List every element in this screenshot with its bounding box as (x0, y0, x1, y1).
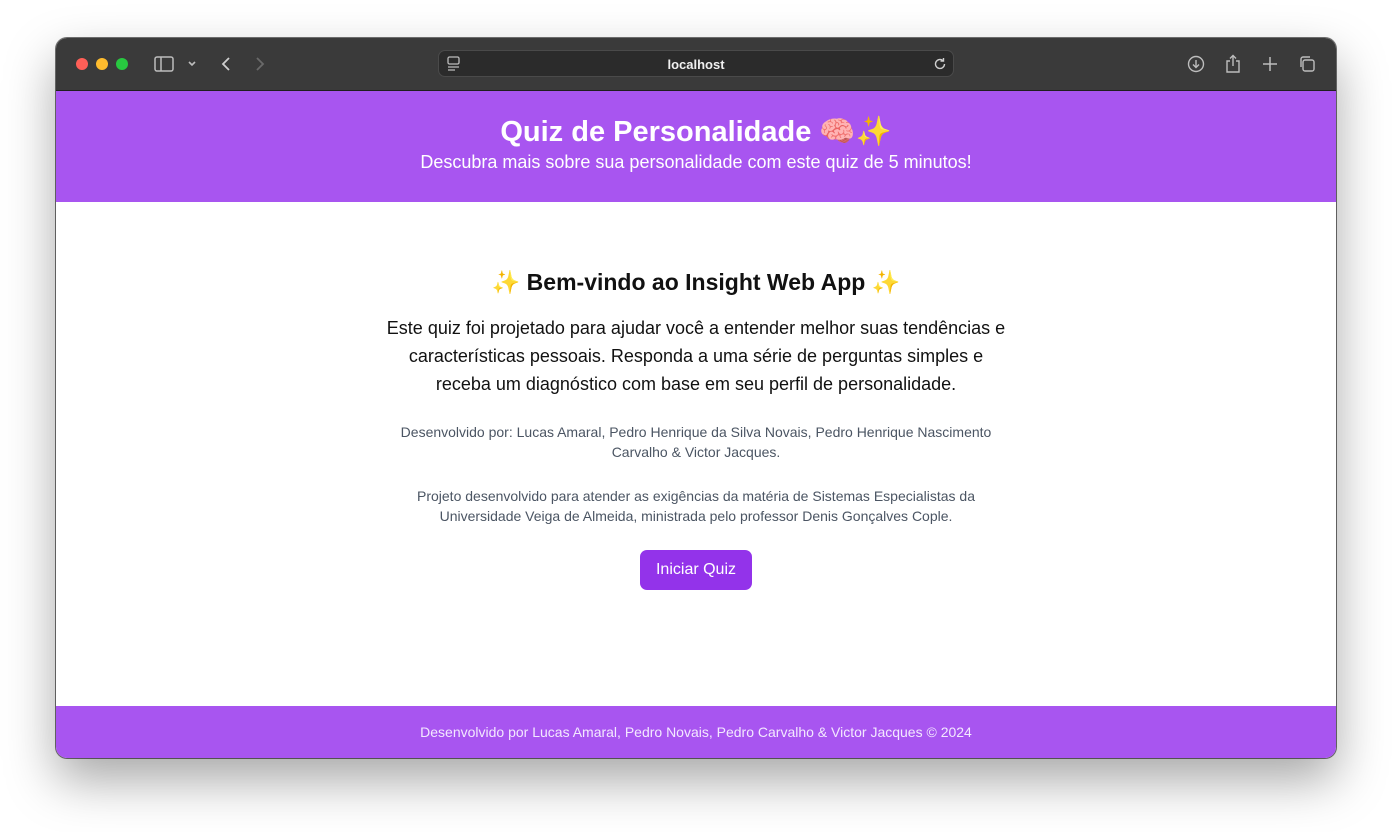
page-header: Quiz de Personalidade 🧠✨ Descubra mais s… (56, 91, 1336, 202)
forward-icon[interactable] (250, 52, 270, 76)
address-bar[interactable]: localhost (438, 50, 954, 77)
browser-window: localhost Quiz de Personalidade 🧠✨ Descu… (56, 38, 1336, 758)
download-icon[interactable] (1186, 52, 1206, 76)
sidebar-icon[interactable] (152, 52, 176, 76)
main-content: ✨ Bem-vindo ao Insight Web App ✨ Este qu… (56, 202, 1336, 706)
minimize-window-button[interactable] (96, 58, 108, 70)
developers-text: Desenvolvido por: Lucas Amaral, Pedro He… (400, 424, 992, 460)
tab-overview-icon[interactable] (1297, 52, 1317, 76)
project-note: Projeto desenvolvido para atender as exi… (417, 488, 975, 524)
page-subtitle: Descubra mais sobre sua personalidade co… (420, 152, 972, 172)
share-icon[interactable] (1223, 52, 1243, 76)
new-tab-icon[interactable] (1260, 52, 1280, 76)
url-text: localhost (667, 57, 725, 72)
welcome-heading: ✨ Bem-vindo ao Insight Web App ✨ (491, 269, 901, 295)
page-footer: Desenvolvido por Lucas Amaral, Pedro Nov… (56, 706, 1336, 758)
close-window-button[interactable] (76, 58, 88, 70)
reload-icon[interactable] (933, 57, 947, 76)
maximize-window-button[interactable] (116, 58, 128, 70)
intro-text: Este quiz foi projetado para ajudar você… (386, 318, 1006, 394)
chevron-down-icon[interactable] (184, 52, 200, 76)
browser-toolbar: localhost (56, 38, 1336, 91)
start-quiz-button[interactable]: Iniciar Quiz (640, 550, 752, 590)
back-icon[interactable] (216, 52, 236, 76)
page-title: Quiz de Personalidade 🧠✨ (500, 116, 892, 148)
